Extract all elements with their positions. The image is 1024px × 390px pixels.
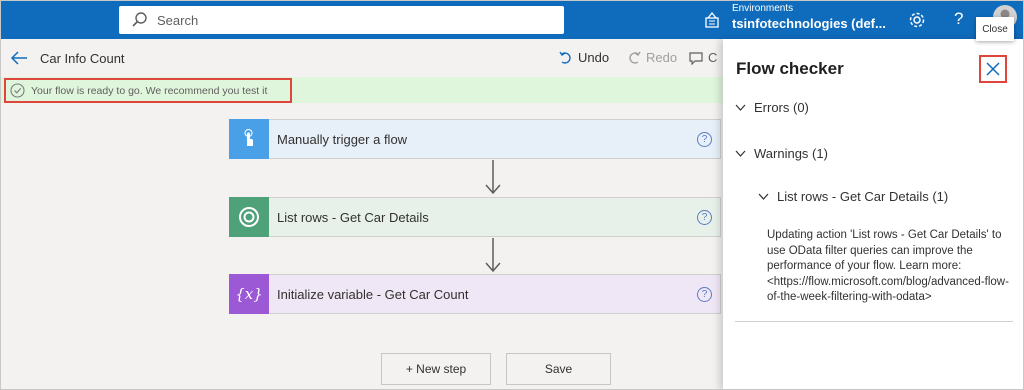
chevron-down-icon <box>735 150 746 157</box>
close-tooltip: Close <box>976 17 1014 41</box>
settings-gear-icon[interactable] <box>907 10 927 30</box>
back-arrow-icon[interactable] <box>9 49 29 67</box>
comments-button[interactable]: C <box>689 50 717 65</box>
warning-description: Updating action 'List rows - Get Car Det… <box>767 229 1009 303</box>
save-button[interactable]: Save <box>506 353 611 385</box>
environment-name: tsinfotechnologies (def... <box>732 16 886 31</box>
undo-icon <box>559 51 571 64</box>
warnings-section-toggle[interactable]: Warnings (1) <box>735 146 828 161</box>
panel-title: Flow checker <box>736 59 844 78</box>
errors-label: Errors (0) <box>754 100 809 115</box>
undo-label: Undo <box>578 50 610 65</box>
close-icon <box>986 62 1000 76</box>
arrow-down-icon <box>485 238 501 273</box>
search-input[interactable]: Search <box>119 6 564 34</box>
divider <box>735 321 1013 322</box>
step-tile <box>229 197 269 237</box>
warning-item-toggle[interactable]: List rows - Get Car Details (1) <box>758 189 948 204</box>
warning-item-label: List rows - Get Car Details (1) <box>777 189 949 204</box>
top-bar: Search Environments tsinfotechnologies (… <box>1 1 1023 39</box>
undo-button[interactable]: Undo <box>559 50 609 65</box>
search-icon <box>132 12 147 27</box>
errors-section-toggle[interactable]: Errors (0) <box>735 100 809 115</box>
help-circle-icon[interactable]: ? <box>697 132 712 147</box>
environment-picker[interactable]: Environments tsinfotechnologies (def... <box>732 3 886 33</box>
touch-hand-icon <box>244 129 253 146</box>
warnings-label: Warnings (1) <box>754 146 828 161</box>
check-circle-icon <box>10 83 25 98</box>
environment-icon[interactable] <box>703 11 721 29</box>
new-step-button[interactable]: + New step <box>381 353 491 385</box>
environment-label: Environments <box>732 3 794 14</box>
comment-icon <box>689 51 703 65</box>
flow-name: Car Info Count <box>40 51 125 66</box>
dataverse-icon <box>239 207 259 227</box>
app-window: Search Environments tsinfotechnologies (… <box>0 0 1024 390</box>
step-manual-trigger[interactable]: Manually trigger a flow ? <box>229 119 721 159</box>
chevron-down-icon <box>758 193 769 200</box>
step-title: Initialize variable - Get Car Count <box>277 286 469 302</box>
command-bar: Car Info Count Undo Redo C <box>1 39 723 77</box>
step-tile <box>229 119 269 159</box>
step-title: List rows - Get Car Details <box>277 209 429 225</box>
redo-button[interactable]: Redo <box>627 50 677 65</box>
comments-label: C <box>708 50 718 65</box>
close-button[interactable] <box>979 55 1007 83</box>
arrow-down-icon <box>485 160 501 195</box>
step-initialize-variable[interactable]: {x} Initialize variable - Get Car Count … <box>229 274 721 314</box>
chevron-down-icon <box>735 104 746 111</box>
step-list-rows[interactable]: List rows - Get Car Details ? <box>229 197 721 237</box>
flow-checker-panel: Flow checker Errors (0) Warnings (1) Lis… <box>723 39 1023 389</box>
help-circle-icon[interactable]: ? <box>697 287 712 302</box>
search-placeholder: Search <box>157 12 199 28</box>
help-icon[interactable]: ? <box>954 9 963 29</box>
step-tile: {x} <box>229 274 269 314</box>
step-title: Manually trigger a flow <box>277 131 408 147</box>
variable-icon: {x} <box>235 285 263 303</box>
redo-icon <box>629 51 641 64</box>
ready-message: Your flow is ready to go. We recommend y… <box>4 78 292 103</box>
help-circle-icon[interactable]: ? <box>697 210 712 225</box>
ready-message-text: Your flow is ready to go. We recommend y… <box>31 84 268 97</box>
redo-label: Redo <box>646 50 678 65</box>
